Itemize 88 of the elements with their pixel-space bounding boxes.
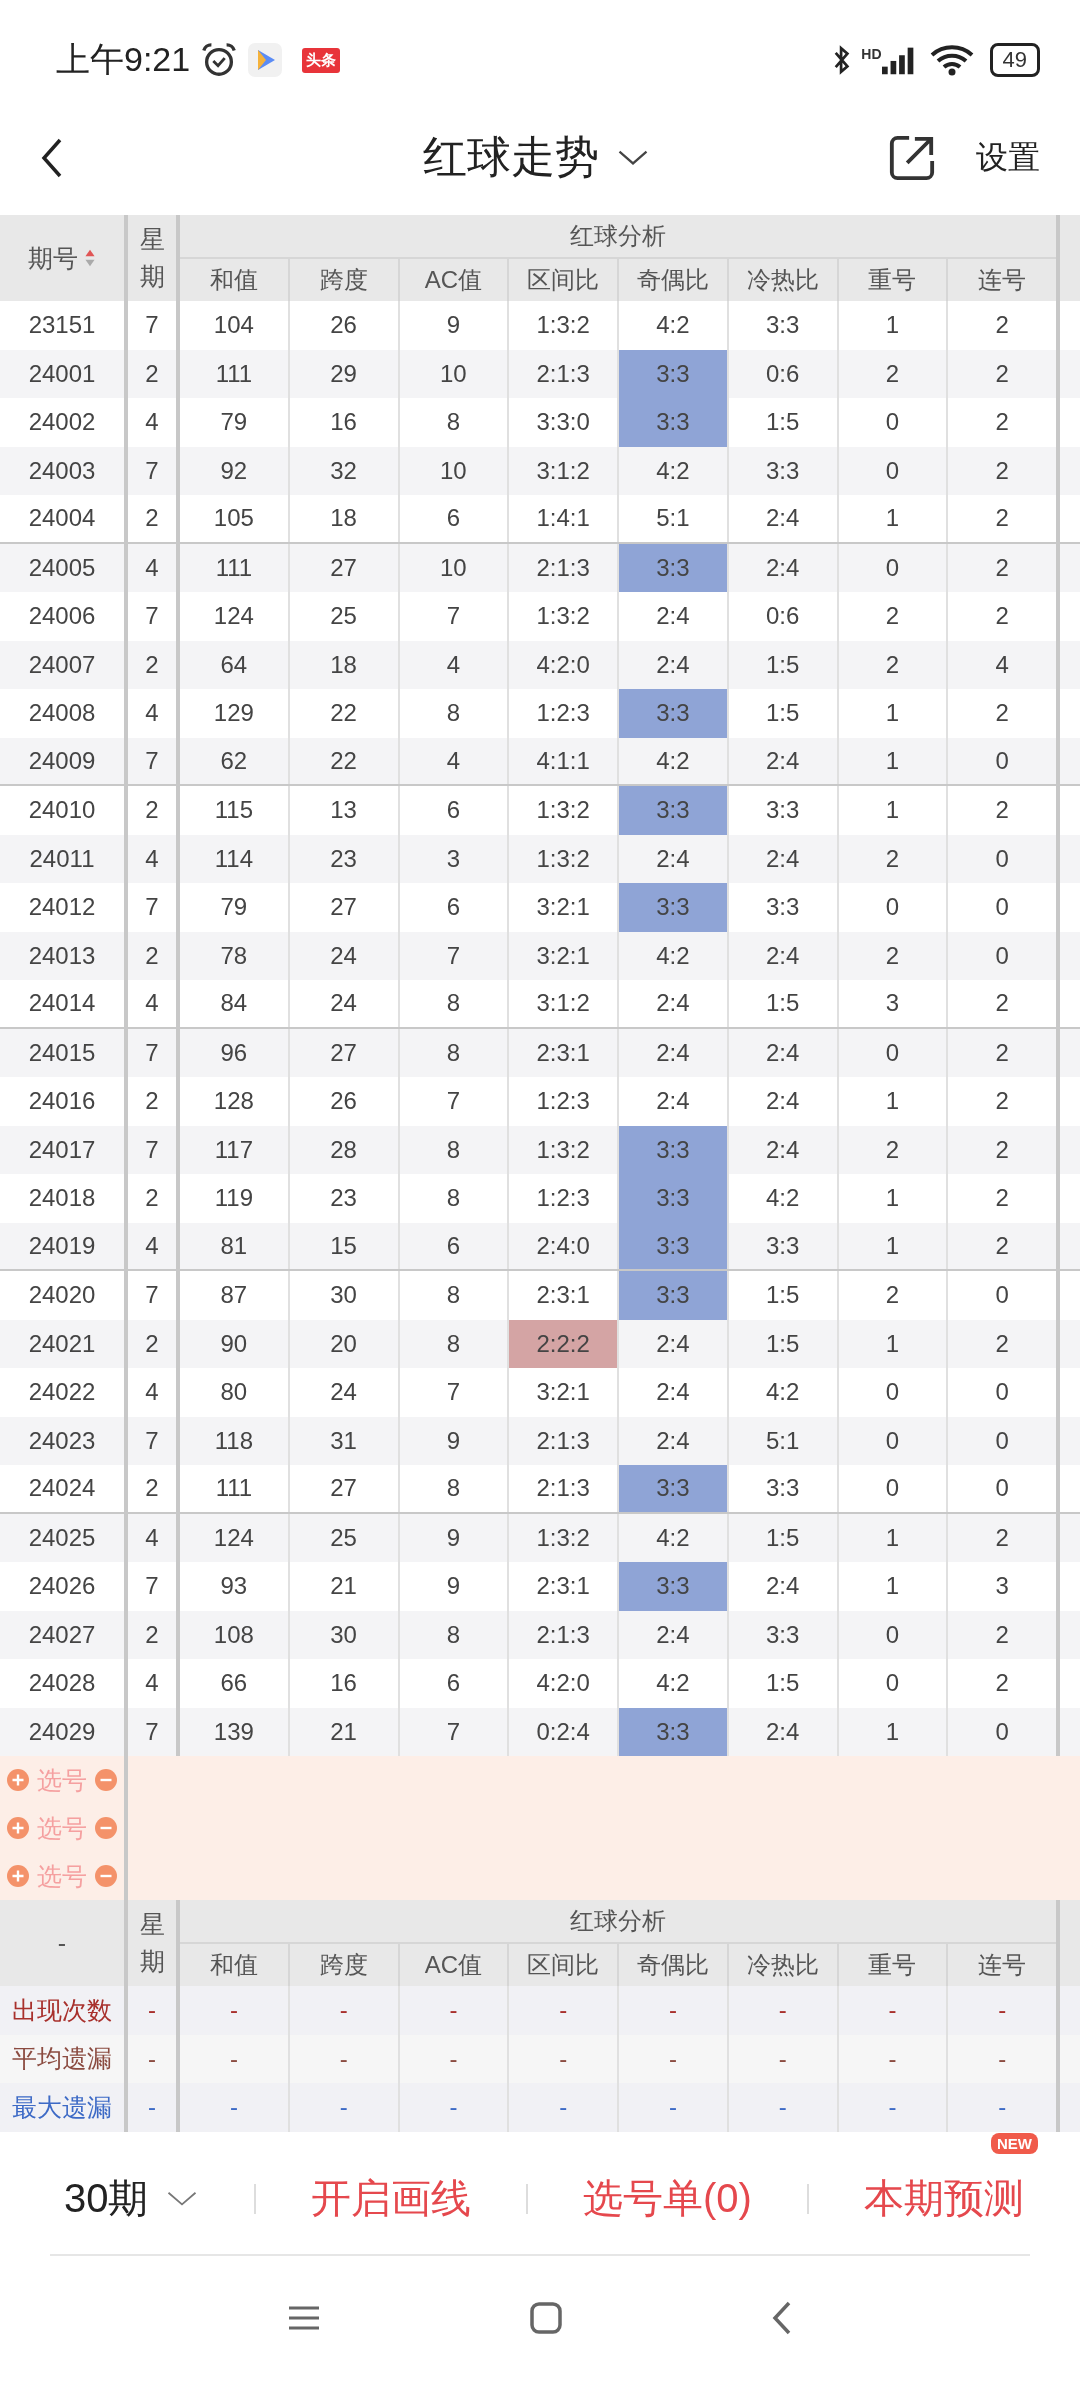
column-header: 星期 — [139, 223, 165, 292]
table-cell: 3:3 — [619, 689, 729, 738]
table-cell: 2:4 — [728, 495, 839, 542]
table-cell: 2:4 — [619, 980, 729, 1027]
battery-indicator: 49 — [989, 43, 1040, 77]
table-cell: 6 — [399, 495, 510, 542]
back-icon[interactable] — [40, 137, 64, 178]
action-button[interactable]: 本期预测 — [864, 2176, 1024, 2220]
table-cell: 3:3 — [619, 1707, 729, 1756]
table-cell: 3:1:2 — [509, 980, 619, 1027]
page-title[interactable]: 红球走势 — [423, 128, 599, 187]
plus-circle-icon[interactable] — [7, 1769, 29, 1791]
summary-cell: - — [180, 2083, 290, 2132]
table-cell: 3:3 — [619, 1222, 729, 1269]
column-header: 连号 — [977, 265, 1028, 295]
minus-circle-icon[interactable] — [95, 1769, 117, 1791]
table-cell: 3:3 — [619, 349, 729, 398]
table-cell: 1 — [838, 737, 949, 784]
table-cell: 4:1:1 — [509, 737, 619, 784]
chevron-down-icon[interactable] — [617, 148, 649, 167]
wifi-icon — [929, 44, 974, 76]
table-cell: 62 — [180, 737, 290, 784]
table-cell: 1:5 — [728, 980, 839, 1027]
table-cell: 105 — [180, 495, 290, 542]
period-selector[interactable]: 30期 — [64, 2171, 149, 2226]
table-cell: 3 — [838, 980, 949, 1027]
summary-cell: - — [728, 2083, 839, 2132]
table-cell: 8 — [399, 1465, 510, 1512]
summary-cell: - — [509, 2083, 619, 2132]
table-cell: 1:4:1 — [509, 495, 619, 542]
summary-cell: - — [289, 2083, 400, 2132]
table-cell: 3:3 — [619, 1174, 729, 1223]
sort-icon[interactable] — [84, 248, 96, 268]
plus-circle-icon[interactable] — [7, 1865, 29, 1887]
table-cell: 3:3 — [728, 1222, 839, 1269]
table-cell: 3:3 — [619, 1125, 729, 1174]
action-button[interactable]: 选号单(0) — [582, 2176, 752, 2220]
table-cell: 3:3 — [619, 543, 729, 592]
table-cell: 84 — [180, 980, 290, 1027]
alarm-clock-icon — [200, 41, 239, 79]
table-cell: 3:3 — [619, 398, 729, 447]
menu-icon[interactable] — [288, 2305, 320, 2330]
table-cell: 15 — [289, 1222, 400, 1269]
table-cell: 5:1 — [619, 495, 729, 542]
table-cell: 3:3 — [619, 1271, 729, 1320]
table-cell: 3:3 — [619, 1562, 729, 1611]
column-header: 星期 — [139, 1908, 165, 1977]
table-cell: 0 — [838, 1465, 949, 1512]
table-cell: 1 — [838, 495, 949, 542]
play-app-icon — [248, 43, 283, 77]
table-cell: 4:2 — [619, 737, 729, 784]
summary-cell: - — [399, 2083, 510, 2132]
app-badge: 头条 — [302, 47, 341, 73]
summary-label: 最大遗漏 — [0, 2083, 128, 2132]
table-cell: 3:3 — [728, 1465, 839, 1512]
minus-circle-icon[interactable] — [95, 1817, 117, 1839]
table-cell: 3:3 — [619, 883, 729, 932]
group-header: 红球分析 — [180, 215, 1056, 259]
action-button[interactable]: 开启画线 — [310, 2176, 471, 2220]
minus-circle-icon[interactable] — [95, 1865, 117, 1887]
column-header: 连号 — [977, 1950, 1028, 1980]
status-time: 上午9:21 — [56, 39, 191, 80]
table-cell: 1 — [838, 1222, 949, 1269]
table-cell: 4 — [399, 737, 510, 784]
summary-cell: - — [619, 2083, 729, 2132]
bluetooth-icon — [833, 44, 852, 76]
summary-cell: - — [838, 2083, 949, 2132]
table-cell: 3:3 — [619, 1465, 729, 1512]
table-cell: 2:2:2 — [509, 1319, 619, 1368]
new-badge: NEW — [991, 2133, 1038, 2154]
home-icon[interactable] — [530, 2301, 562, 2334]
table-cell: 2:4 — [728, 737, 839, 784]
table-cell: 81 — [180, 1222, 290, 1269]
summary-cell: - — [128, 2083, 180, 2132]
table-cell: 22 — [289, 737, 400, 784]
plus-circle-icon[interactable] — [7, 1817, 29, 1839]
group-header: 红球分析 — [180, 1900, 1056, 1944]
table-cell: 111 — [180, 1465, 290, 1512]
network-label: HD — [861, 46, 882, 62]
table-cell: 3:3 — [619, 786, 729, 835]
table-cell: 8 — [399, 980, 510, 1027]
table-cell: 24 — [289, 980, 400, 1027]
corner-cell: - — [57, 1928, 67, 1958]
share-icon[interactable] — [888, 133, 936, 182]
table-cell: 27 — [289, 1465, 400, 1512]
table-cell: 18 — [289, 495, 400, 542]
settings-link[interactable]: 设置 — [976, 135, 1040, 180]
table-cell: 6 — [399, 1222, 510, 1269]
